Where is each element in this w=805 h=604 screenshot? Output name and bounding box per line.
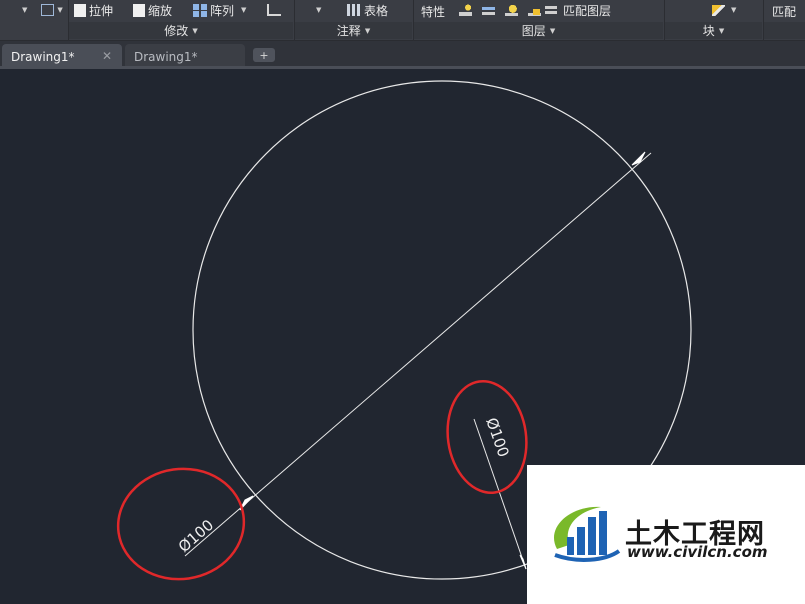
match-layer-label[interactable]: 匹配图层 [563, 2, 611, 19]
chevron-down-icon: ▼ [316, 6, 322, 14]
array-label: 阵列 [210, 3, 235, 18]
panel-modify[interactable]: 修改 ▼ [69, 22, 293, 39]
dimension-text-2: Ø100 [482, 415, 512, 459]
new-tab-button[interactable]: + [253, 48, 275, 62]
scale-icon [133, 3, 145, 17]
table-icon [347, 4, 361, 16]
site-logo: 土木工程网 www.civilcn.com [527, 465, 805, 604]
logo-url: www.civilcn.com [627, 543, 768, 561]
match-label: 匹配 [772, 4, 797, 19]
properties-tool[interactable]: 特性 [421, 1, 445, 21]
layer-isolate-icon[interactable] [482, 4, 495, 16]
layer-tools: 匹配图层 [459, 0, 611, 20]
chevron-down-icon[interactable]: ▼ [22, 6, 27, 14]
scale-tool[interactable]: 缩放 [133, 0, 172, 20]
copy-icon[interactable] [41, 4, 55, 16]
close-icon[interactable]: ✕ [102, 49, 112, 63]
table-label: 表格 [364, 3, 389, 18]
ribbon-row-left: ▼ ▼ [22, 0, 63, 20]
properties-label: 特性 [421, 4, 446, 19]
panel-annotate-label: 注释 [336, 24, 361, 38]
layer-lock-icon[interactable] [528, 4, 541, 16]
offset-icon [267, 4, 281, 16]
file-tab-bar: Drawing1* ✕ Drawing1* [0, 41, 805, 69]
plus-icon: + [259, 48, 269, 62]
panel-block[interactable]: 块 ▼ [665, 22, 762, 39]
dimension-text-1: Ø100 [175, 516, 217, 556]
highlight-circle-1 [116, 467, 246, 581]
arrowhead [519, 554, 527, 570]
annotate-dropdown[interactable]: ▼ [316, 0, 321, 20]
panel-annotate[interactable]: 注释 ▼ [295, 22, 412, 39]
panel-modify-label: 修改 [164, 24, 189, 38]
block-edit-icon [712, 4, 725, 16]
chevron-down-icon[interactable]: ▼ [57, 6, 62, 14]
match-layer-icon[interactable] [545, 4, 557, 16]
tab-label: Drawing1* [134, 49, 198, 64]
stretch-tool[interactable]: 拉伸 [74, 0, 113, 20]
table-tool[interactable]: 表格 [347, 0, 388, 20]
chevron-down-icon: ▼ [192, 26, 198, 35]
scale-label: 缩放 [148, 3, 173, 18]
panel-layers[interactable]: 图层 ▼ [414, 22, 663, 39]
chevron-down-icon: ▼ [718, 26, 725, 35]
chevron-down-icon: ▼ [731, 6, 737, 14]
array-tool[interactable]: 阵列 ▼ [193, 0, 246, 20]
match-properties-tool[interactable]: 匹配 [772, 1, 796, 21]
panel-block-label: 块 [702, 24, 715, 38]
ribbon: ▼ ▼ 拉伸 缩放 阵列 ▼ ▼ 表格 特性 匹配图层 ▼ 匹配 修改 ▼ 注释… [0, 0, 805, 41]
layer-on-icon[interactable] [459, 4, 472, 16]
chevron-down-icon: ▼ [241, 6, 247, 14]
chevron-down-icon: ▼ [364, 26, 371, 35]
offset-tool[interactable] [267, 0, 281, 20]
highlight-circle-2 [446, 380, 528, 494]
panel-layers-label: 图层 [521, 24, 546, 38]
stretch-icon [74, 3, 86, 17]
tab-label: Drawing1* [11, 49, 75, 64]
chevron-down-icon: ▼ [549, 26, 556, 35]
array-icon [193, 3, 207, 17]
arrowhead [631, 151, 646, 166]
block-tools[interactable]: ▼ [712, 0, 736, 20]
panel-clipboard [764, 22, 805, 39]
layer-freeze-icon[interactable] [505, 4, 518, 16]
stretch-label: 拉伸 [89, 3, 114, 18]
